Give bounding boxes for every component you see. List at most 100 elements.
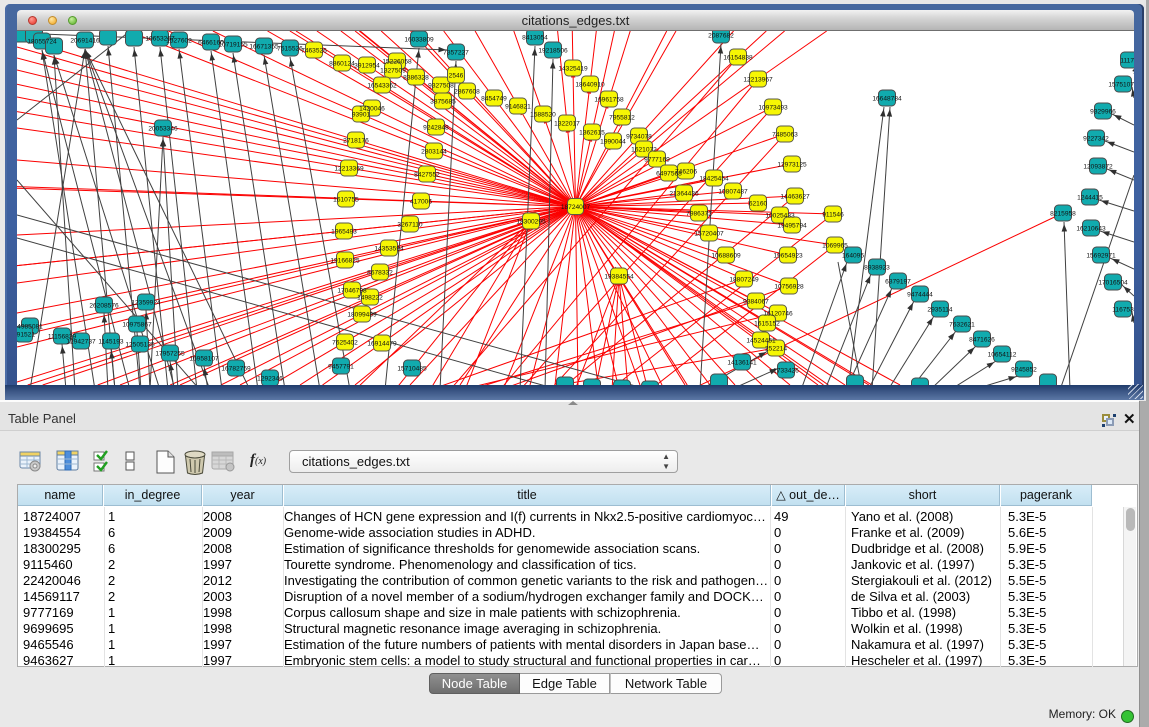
svg-text:8386328: 8386328 [403,74,429,81]
svg-text:10975867: 10975867 [122,321,152,328]
svg-text:164095: 164095 [842,252,864,259]
svg-text:1990044: 1990044 [600,138,626,145]
svg-text:18807249: 18807249 [729,276,759,283]
svg-text:18425454: 18425454 [699,175,729,182]
svg-text:62160: 62160 [749,200,768,207]
svg-text:15710485: 15710485 [397,365,427,372]
svg-text:1244415: 1244415 [1077,194,1103,201]
svg-text:1145193: 1145193 [98,338,124,345]
svg-text:3912954: 3912954 [354,62,380,69]
svg-text:1965493: 1965493 [331,228,357,235]
svg-text:16210643: 16210643 [1076,225,1106,232]
svg-text:10654112: 10654112 [988,351,1017,358]
svg-text:8938923: 8938923 [864,264,890,271]
svg-text:17046798: 17046798 [337,287,367,294]
svg-text:17016504: 17016504 [1098,279,1128,286]
svg-text:11172: 11172 [1120,57,1134,64]
svg-text:15751074: 15751074 [1108,81,1134,88]
svg-text:116753: 116753 [1112,306,1134,313]
svg-text:2803144: 2803144 [421,148,447,155]
svg-text:911546: 911546 [822,211,844,218]
svg-text:9777169: 9777169 [644,156,670,163]
svg-text:16648784: 16648784 [872,95,902,102]
svg-text:14524451: 14524451 [746,337,776,344]
svg-text:12093872: 12093872 [1083,163,1113,170]
svg-text:2087682: 2087682 [708,32,734,39]
svg-text:26208576: 26208576 [89,302,119,309]
svg-text:1362615: 1362615 [579,129,605,136]
svg-text:16154838: 16154838 [723,54,753,61]
svg-text:14353594: 14353594 [374,245,404,252]
svg-text:8678332: 8678332 [367,269,393,276]
svg-text:12942737: 12942737 [66,338,96,345]
svg-text:7357227: 7357227 [443,49,469,56]
svg-text:7955812: 7955812 [609,114,635,121]
svg-text:10807487: 10807487 [718,188,748,195]
svg-text:20053346: 20053346 [148,125,178,132]
svg-text:19384554: 19384554 [604,273,634,280]
svg-text:15226058: 15226058 [382,58,412,65]
svg-text:16543362: 16543362 [367,82,397,89]
svg-text:6379197: 6379197 [885,278,911,285]
svg-text:10756928: 10756928 [774,283,804,290]
svg-text:8860124: 8860124 [329,60,355,67]
svg-text:7485063: 7485063 [772,131,798,138]
svg-text:20691416: 20691416 [70,37,100,44]
svg-text:17957255: 17957255 [155,350,185,357]
svg-text:1621072: 1621072 [631,146,657,153]
svg-text:7515526: 7515526 [277,45,303,52]
svg-text:9734078: 9734078 [626,133,652,140]
svg-text:4985081: 4985081 [17,323,43,330]
svg-text:12973125: 12973125 [777,161,807,168]
svg-text:1292346: 1292346 [257,375,283,382]
svg-text:16914479: 16914479 [367,340,397,347]
svg-text:7632621: 7632621 [949,321,975,328]
svg-text:10688609: 10688609 [711,252,741,259]
svg-text:8413054: 8413054 [522,34,548,41]
svg-text:1610755: 1610755 [333,196,359,203]
svg-text:9245852: 9245852 [1011,366,1037,373]
svg-text:2546: 2546 [449,72,464,79]
svg-text:9457791: 9457791 [328,363,354,370]
svg-text:746206: 746206 [675,168,697,175]
svg-text:12505135: 12505135 [125,341,155,348]
svg-text:1322017: 1322017 [554,120,580,127]
svg-text:19654923: 19654923 [773,252,803,259]
svg-text:8427552: 8427552 [414,171,440,178]
svg-text:12359924: 12359924 [131,299,161,306]
svg-text:19166825: 19166825 [330,257,360,264]
svg-text:19495794: 19495794 [777,222,807,229]
svg-text:1588520: 1588520 [530,111,556,118]
svg-text:16958107: 16958107 [189,355,219,362]
svg-text:18640910: 18640910 [575,81,605,88]
svg-text:391521: 391521 [17,331,35,338]
svg-text:8454749: 8454749 [481,95,507,102]
svg-text:2718176: 2718176 [343,137,369,144]
svg-text:7986372: 7986372 [686,210,712,217]
svg-text:1327509: 1327509 [380,67,406,74]
svg-text:14463627: 14463627 [780,193,810,200]
svg-text:1527602: 1527602 [166,37,192,44]
svg-text:9146821: 9146821 [505,103,531,110]
svg-text:417006: 417006 [410,198,432,205]
svg-text:7463526: 7463526 [301,47,327,54]
svg-text:10025433: 10025433 [765,212,795,219]
svg-text:21364436: 21364436 [669,190,699,197]
svg-text:9327508: 9327508 [428,82,454,89]
svg-text:8215958: 8215958 [1050,210,1076,217]
svg-text:1733426: 1733426 [773,367,799,374]
svg-text:9329966: 9329966 [1090,108,1116,115]
svg-text:18724007: 18724007 [561,204,591,211]
svg-text:2935114: 2935114 [927,306,953,313]
svg-text:9474444: 9474444 [907,291,933,298]
svg-text:2867608: 2867608 [454,88,480,95]
svg-text:19218506: 19218506 [538,47,568,54]
svg-text:16120746: 16120746 [763,310,793,317]
svg-text:9384067: 9384067 [743,298,769,305]
svg-text:18055724: 18055724 [27,38,57,45]
svg-text:14136141: 14136141 [727,359,757,366]
svg-text:252214: 252214 [765,345,787,352]
svg-text:9227342: 9227342 [1083,135,1109,142]
svg-text:1615152: 1615152 [754,320,780,327]
svg-text:18099489: 18099489 [347,311,377,318]
